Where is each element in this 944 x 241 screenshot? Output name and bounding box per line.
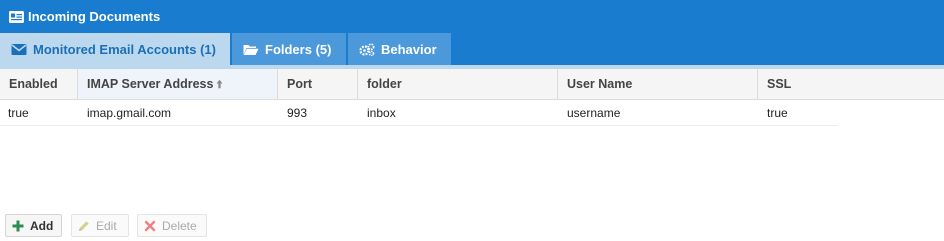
- cell-port: 993: [287, 106, 308, 120]
- cell-folder: inbox: [367, 106, 396, 120]
- plus-icon: [12, 220, 24, 232]
- envelope-icon: [11, 43, 27, 56]
- tab-monitored-email-accounts[interactable]: Monitored Email Accounts (1): [0, 33, 230, 65]
- column-header-ssl[interactable]: SSL: [758, 69, 944, 99]
- cell-ssl: true: [767, 106, 788, 120]
- tab-bar: Monitored Email Accounts (1) Folders (5)…: [0, 33, 944, 65]
- column-header-label: folder: [367, 77, 402, 91]
- gears-icon: [359, 42, 375, 56]
- tab-folders[interactable]: Folders (5): [232, 33, 346, 65]
- column-header-enabled[interactable]: Enabled: [0, 69, 78, 99]
- grid-header: Enabled IMAP Server Address 🠩 Port folder…: [0, 69, 944, 100]
- add-button[interactable]: Add: [5, 214, 62, 237]
- add-button-label: Add: [30, 218, 54, 233]
- column-header-user-name[interactable]: User Name: [558, 69, 758, 99]
- sort-ascending-icon: 🠩: [216, 79, 223, 91]
- column-header-label: Port: [287, 77, 312, 91]
- column-header-folder[interactable]: folder: [358, 69, 558, 99]
- column-header-label: Enabled: [9, 77, 58, 91]
- edit-button[interactable]: Edit: [71, 214, 129, 237]
- cell-user-name: username: [567, 106, 621, 120]
- column-header-imap-server-address[interactable]: IMAP Server Address 🠩: [78, 69, 278, 99]
- window-title: Incoming Documents: [28, 9, 161, 24]
- folder-open-icon: [243, 43, 259, 56]
- tab-label: Behavior: [381, 41, 437, 57]
- column-header-label: User Name: [567, 77, 633, 91]
- pencil-icon: [78, 220, 90, 232]
- tab-behavior[interactable]: Behavior: [348, 33, 451, 65]
- window-title-bar: Incoming Documents: [0, 0, 944, 33]
- column-header-label: SSL: [767, 77, 792, 91]
- edit-button-label: Edit: [96, 218, 117, 233]
- tab-label: Folders (5): [265, 41, 332, 57]
- column-header-label: IMAP Server Address: [87, 77, 214, 91]
- document-card-icon: [9, 10, 24, 23]
- cell-imap-server-address: imap.gmail.com: [87, 106, 172, 120]
- column-header-port[interactable]: Port: [278, 69, 358, 99]
- tab-label: Monitored Email Accounts (1): [33, 41, 216, 57]
- x-icon: [144, 220, 156, 232]
- delete-button[interactable]: Delete: [137, 214, 207, 237]
- table-row[interactable]: true imap.gmail.com 993 inbox username t…: [0, 100, 838, 126]
- cell-enabled: true: [8, 106, 29, 120]
- delete-button-label: Delete: [162, 218, 197, 233]
